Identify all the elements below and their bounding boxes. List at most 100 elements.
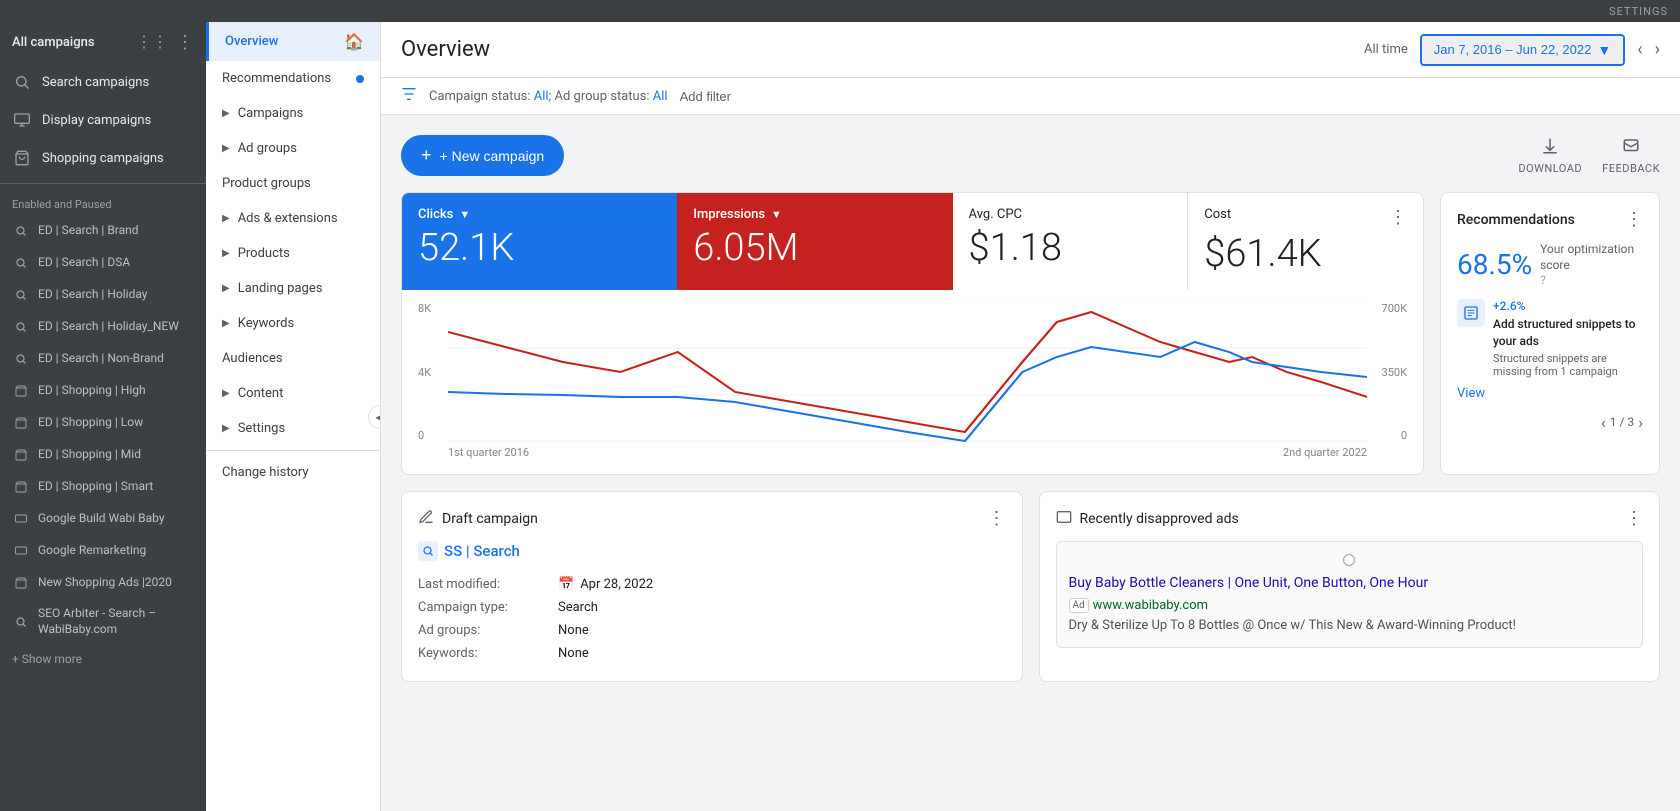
seo-arbiter-label: SEO Arbiter - Search – WabiBaby.com <box>38 606 194 637</box>
sidebar-campaign-new-shopping-2020[interactable]: New Shopping Ads |2020 <box>0 567 206 599</box>
download-button[interactable]: DOWNLOAD <box>1518 137 1582 175</box>
ed-shopping-smart-label: ED | Shopping | Smart <box>38 479 194 495</box>
reco-more-icon[interactable]: ⋮ <box>1625 209 1643 230</box>
more-options-icon[interactable]: ⋮ <box>176 32 194 53</box>
sidebar-item-display-campaigns[interactable]: Display campaigns <box>0 101 206 139</box>
sec-nav-recommendations[interactable]: Recommendations <box>206 61 380 96</box>
enabled-paused-label: Enabled and Paused <box>0 190 206 215</box>
draft-ad-groups-row: Ad groups: None <box>418 619 1006 642</box>
sidebar-campaign-ed-shopping-low[interactable]: ED | Shopping | Low <box>0 407 206 439</box>
draft-campaign-name: SS | Search <box>418 541 1006 561</box>
dis-card-title-text: Recently disapproved ads <box>1080 511 1239 527</box>
dis-more-icon[interactable]: ⋮ <box>1625 508 1643 529</box>
y-right-min: 0 <box>1367 429 1407 442</box>
ad-group-status-link[interactable]: All <box>653 89 668 104</box>
metrics-chart-card: Clicks ▼ 52.1K Impressions ▼ <box>401 192 1424 475</box>
sidebar-header: All campaigns ⋮⋮ ⋮ <box>0 22 206 63</box>
sec-nav-overview-label: Overview <box>225 34 278 49</box>
metrics-row: Clicks ▼ 52.1K Impressions ▼ <box>402 193 1423 290</box>
ed-search-dsa-label: ED | Search | DSA <box>38 255 194 271</box>
view-link[interactable]: View <box>1457 386 1643 401</box>
dis-ad-title[interactable]: Buy Baby Bottle Cleaners | One Unit, One… <box>1069 574 1631 594</box>
y-right-mid: 350K <box>1367 366 1407 379</box>
y-left-max: 8K <box>418 302 448 315</box>
sidebar-campaign-ed-shopping-smart[interactable]: ED | Shopping | Smart <box>0 471 206 503</box>
add-filter-button[interactable]: Add filter <box>680 89 731 104</box>
reco-item-icon <box>1457 299 1485 327</box>
draft-more-icon[interactable]: ⋮ <box>988 508 1006 529</box>
date-range-button[interactable]: Jan 7, 2016 – Jun 22, 2022 ▼ <box>1420 34 1625 66</box>
dis-card-icon <box>1056 509 1072 529</box>
sidebar-item-search-campaigns[interactable]: Search campaigns <box>0 63 206 101</box>
home-icon: 🏠 <box>344 32 364 51</box>
all-time-label: All time <box>1364 42 1408 57</box>
y-axis-left: 8K 4K 0 <box>418 302 448 462</box>
impressions-metric[interactable]: Impressions ▼ 6.05M <box>677 193 952 290</box>
feedback-button[interactable]: FEEDBACK <box>1602 137 1660 175</box>
sidebar-campaign-ed-shopping-mid[interactable]: ED | Shopping | Mid <box>0 439 206 471</box>
reco-title-text: Add structured snippets to your ads <box>1493 316 1643 350</box>
ed-shopping-smart-icon <box>12 478 30 496</box>
dis-card-header: Recently disapproved ads ⋮ <box>1056 508 1644 529</box>
sidebar-campaign-ed-search-non-brand[interactable]: ED | Search | Non-Brand <box>0 343 206 375</box>
new-campaign-button[interactable]: + + New campaign <box>401 135 564 176</box>
avg-cpc-label: Avg. CPC <box>969 207 1172 222</box>
sec-nav-keywords-label: Keywords <box>238 316 294 331</box>
ed-search-holiday-label: ED | Search | Holiday <box>38 287 194 303</box>
sec-nav-ads-extensions[interactable]: ▶ Ads & extensions <box>206 201 380 236</box>
ed-search-holiday-new-label: ED | Search | Holiday_NEW <box>38 319 194 335</box>
sec-nav-ad-groups[interactable]: ▶ Ad groups <box>206 131 380 166</box>
clicks-metric[interactable]: Clicks ▼ 52.1K <box>402 193 677 290</box>
chart-container: 8K 4K 0 <box>402 290 1423 474</box>
sidebar-campaign-ed-search-holiday-new[interactable]: ED | Search | Holiday_NEW <box>0 311 206 343</box>
sec-nav-campaigns[interactable]: ▶ Campaigns <box>206 96 380 131</box>
next-period-icon[interactable]: › <box>1655 39 1660 60</box>
sec-nav-product-groups[interactable]: Product groups <box>206 166 380 201</box>
content-area: + + New campaign DOWNLOAD <box>381 115 1680 811</box>
sidebar-campaign-seo-arbiter[interactable]: SEO Arbiter - Search – WabiBaby.com <box>0 599 206 644</box>
feedback-icon <box>1622 137 1640 158</box>
cost-metric[interactable]: Cost ⋮ $61.4K <box>1188 193 1423 290</box>
avg-cpc-metric[interactable]: Avg. CPC $1.18 <box>953 193 1189 290</box>
sec-nav-overview[interactable]: Overview 🏠 <box>206 22 380 61</box>
recommendations-card: Recommendations ⋮ 68.5% Your optimizatio… <box>1440 192 1660 475</box>
sidebar-campaign-ed-search-holiday[interactable]: ED | Search | Holiday <box>0 279 206 311</box>
bottom-cards: Draft campaign ⋮ SS | Search Last modifi… <box>401 491 1660 682</box>
reco-next-icon[interactable]: › <box>1638 413 1643 432</box>
impressions-dropdown-icon: ▼ <box>771 208 782 221</box>
sidebar-item-shopping-campaigns[interactable]: Shopping campaigns <box>0 139 206 177</box>
filter-icon <box>401 86 417 106</box>
sec-nav-landing-pages[interactable]: ▶ Landing pages <box>206 271 380 306</box>
apps-icon[interactable]: ⋮⋮ <box>136 32 168 53</box>
cost-more-icon[interactable]: ⋮ <box>1389 207 1407 228</box>
sec-nav-settings[interactable]: ▶ Settings <box>206 411 380 446</box>
primary-sidebar: All campaigns ⋮⋮ ⋮ Search campaigns Disp… <box>0 22 206 811</box>
sec-nav-audiences[interactable]: Audiences <box>206 341 380 376</box>
campaign-status-link[interactable]: All <box>534 89 549 104</box>
google-build-wabi-icon <box>12 510 30 528</box>
sec-nav-ads-extensions-arrow: ▶ <box>222 213 230 224</box>
sec-nav-campaigns-label: Campaigns <box>238 106 304 121</box>
show-more-btn[interactable]: + Show more <box>0 644 206 674</box>
x-axis-labels: 1st quarter 2016 2nd quarter 2022 <box>448 442 1367 459</box>
sec-nav-content[interactable]: ▶ Content <box>206 376 380 411</box>
sec-nav-keywords[interactable]: ▶ Keywords <box>206 306 380 341</box>
date-range-chevron-icon: ▼ <box>1597 42 1611 58</box>
sidebar-campaign-ed-shopping-high[interactable]: ED | Shopping | High <box>0 375 206 407</box>
prev-period-icon[interactable]: ‹ <box>1637 39 1642 60</box>
sidebar-campaign-google-build-wabi[interactable]: Google Build Wabi Baby <box>0 503 206 535</box>
disapproved-ads-card: Recently disapproved ads ⋮ Buy Baby Bott… <box>1039 491 1661 682</box>
sidebar-campaign-ed-search-dsa[interactable]: ED | Search | DSA <box>0 247 206 279</box>
score-label-text: Your optimization score <box>1540 242 1643 273</box>
sec-nav-change-history[interactable]: Change history <box>206 455 380 490</box>
reco-page-indicator: 1 / 3 <box>1610 415 1634 429</box>
sidebar-campaign-ed-search-brand[interactable]: ED | Search | Brand <box>0 215 206 247</box>
avg-cpc-value: $1.18 <box>969 226 1172 270</box>
reco-badge: +2.6% <box>1493 299 1525 313</box>
sidebar-campaign-google-remarketing[interactable]: Google Remarketing <box>0 535 206 567</box>
sec-nav-products[interactable]: ▶ Products <box>206 236 380 271</box>
download-icon <box>1541 137 1559 158</box>
reco-prev-icon[interactable]: ‹ <box>1601 413 1606 432</box>
draft-campaign-card: Draft campaign ⋮ SS | Search Last modifi… <box>401 491 1023 682</box>
help-icon: ? <box>1540 273 1643 287</box>
